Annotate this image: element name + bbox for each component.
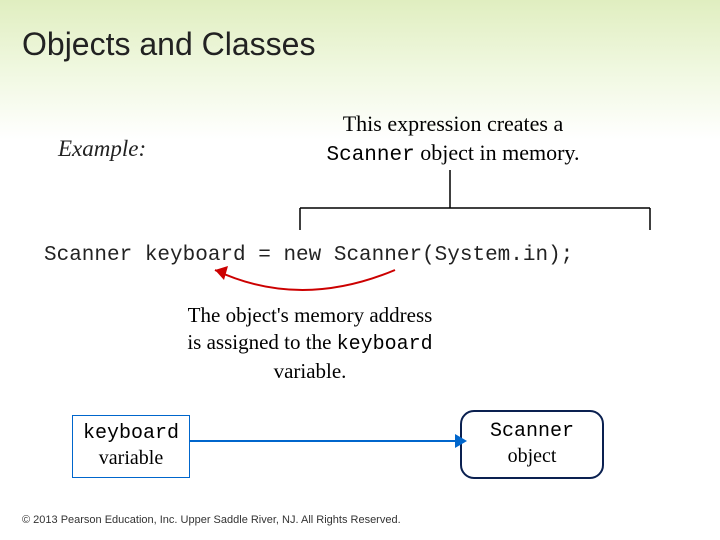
annotation-top-rest: object in memory. [415, 140, 580, 165]
red-arc-arrow-icon [215, 266, 228, 280]
sc-box-mono: Scanner [490, 420, 574, 443]
kb-box-mono: keyboard [83, 422, 179, 445]
annotation-mid-pre: is assigned to the [187, 330, 336, 354]
sc-box-text: object [508, 445, 557, 467]
kb-box-text: variable [99, 447, 163, 469]
reference-arrow-head-icon [455, 434, 467, 448]
scanner-object-box: Scanner object [460, 410, 604, 479]
annotation-mid-line3: variable. [274, 359, 347, 383]
keyboard-variable-box: keyboard variable [72, 415, 190, 478]
annotation-top: This expression creates a Scanner object… [298, 110, 608, 169]
reference-arrow-line [190, 440, 460, 442]
annotation-top-line1: This expression creates a [343, 111, 564, 136]
annotation-top-mono: Scanner [327, 144, 415, 167]
annotation-mid-mono: keyboard [337, 333, 433, 356]
annotation-middle: The object's memory address is assigned … [160, 302, 460, 386]
slide-title: Objects and Classes [22, 26, 315, 63]
code-line: Scanner keyboard = new Scanner(System.in… [44, 244, 573, 267]
copyright-text: © 2013 Pearson Education, Inc. Upper Sad… [22, 514, 401, 526]
red-arc [215, 270, 395, 290]
example-label: Example: [58, 136, 146, 162]
slide-content: Objects and Classes Example: This expres… [0, 0, 720, 540]
annotation-mid-line1: The object's memory address [188, 303, 433, 327]
